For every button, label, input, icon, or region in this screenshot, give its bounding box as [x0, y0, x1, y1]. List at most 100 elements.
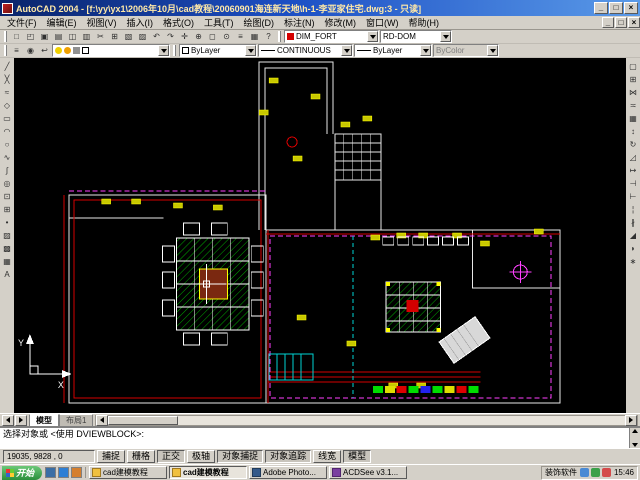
scale-icon[interactable]: ◿ [627, 151, 640, 164]
move-icon[interactable]: ↕ [627, 125, 640, 138]
chevron-down-icon[interactable] [367, 31, 378, 42]
line-icon[interactable]: ╱ [1, 60, 14, 73]
help-icon[interactable]: ? [262, 30, 275, 43]
chevron-down-icon[interactable] [341, 45, 352, 56]
toolbar-grip[interactable] [173, 45, 176, 56]
polyline-icon[interactable]: ≈ [1, 86, 14, 99]
status-toggle[interactable]: 捕捉 [97, 450, 125, 463]
layout-tab-0[interactable]: 模型 [29, 414, 59, 426]
break-icon[interactable]: ∦ [627, 216, 640, 229]
toolbar-grip[interactable] [4, 31, 7, 42]
chevron-down-icon[interactable] [420, 45, 431, 56]
undo-icon[interactable]: ↶ [150, 30, 163, 43]
toolbar-grip[interactable] [278, 31, 281, 42]
status-toggle[interactable]: 对象捕捉 [217, 450, 263, 463]
chevron-down-icon[interactable] [158, 45, 169, 56]
titlebar[interactable]: AutoCAD 2004 - [f:\yy\yx1\2006年10月\cad教程… [0, 0, 640, 16]
zoom-previous-icon[interactable]: ⊙ [220, 30, 233, 43]
tray-toolbar-label[interactable]: 装饰软件 [545, 467, 577, 478]
menu-item[interactable]: 格式(O) [158, 16, 199, 29]
status-toggle[interactable]: 模型 [343, 450, 371, 463]
insert-block-icon[interactable]: ⊡ [1, 190, 14, 203]
fillet-icon[interactable]: ◗ [627, 242, 640, 255]
rectangle-icon[interactable]: ▭ [1, 112, 14, 125]
show-desktop-icon[interactable] [45, 467, 56, 478]
chevron-down-icon[interactable] [245, 45, 256, 56]
stretch-icon[interactable]: ↦ [627, 164, 640, 177]
polygon-icon[interactable]: ◇ [1, 99, 14, 112]
break-at-point-icon[interactable]: ¦ [627, 203, 640, 216]
status-toggle[interactable]: 栅格 [127, 450, 155, 463]
extend-icon[interactable]: ⊢ [627, 190, 640, 203]
scrollbar-thumb[interactable] [108, 416, 178, 425]
toolbar-grip[interactable] [4, 45, 7, 56]
revision-cloud-icon[interactable]: ∿ [1, 151, 14, 164]
offset-icon[interactable]: ≍ [627, 99, 640, 112]
zoom-window-icon[interactable]: ◻ [206, 30, 219, 43]
scroll-right-icon[interactable] [625, 415, 637, 426]
color-combo[interactable]: ByLayer [179, 44, 257, 57]
hatch-icon[interactable]: ▨ [1, 229, 14, 242]
menu-item[interactable]: 标注(N) [279, 16, 320, 29]
menu-item[interactable]: 窗口(W) [361, 16, 404, 29]
qnew-icon[interactable]: □ [10, 30, 23, 43]
explode-icon[interactable]: ∗ [627, 255, 640, 268]
command-window[interactable]: 选择对象或 <使用 DVIEWBLOCK>: [0, 426, 640, 448]
make-object-layer-current-icon[interactable]: ◉ [24, 44, 37, 57]
maximize-button[interactable]: □ [609, 2, 623, 14]
make-block-icon[interactable]: ⊞ [1, 203, 14, 216]
status-toggle[interactable]: 线宽 [313, 450, 341, 463]
array-icon[interactable]: ▦ [627, 112, 640, 125]
chevron-down-icon[interactable] [440, 31, 451, 42]
chamfer-icon[interactable]: ◢ [627, 229, 640, 242]
taskbar-task[interactable]: ACDSee v3.1... [329, 466, 407, 479]
antivirus-icon[interactable] [591, 468, 600, 477]
pan-realtime-icon[interactable]: ✛ [178, 30, 191, 43]
drawing-canvas[interactable]: Y X [14, 58, 626, 413]
plot-preview-icon[interactable]: ◫ [66, 30, 79, 43]
spline-icon[interactable]: ∫ [1, 164, 14, 177]
mirror-icon[interactable]: ⋈ [627, 86, 640, 99]
menu-item[interactable]: 编辑(E) [42, 16, 82, 29]
horizontal-scrollbar[interactable] [95, 415, 638, 426]
status-toggle[interactable]: 极轴 [187, 450, 215, 463]
taskbar-task[interactable]: cad建模教程 [169, 466, 247, 479]
layer-properties-manager-icon[interactable]: ≡ [10, 44, 23, 57]
media-player-icon[interactable] [71, 467, 82, 478]
text-style-combo[interactable]: RD-DOM [380, 30, 452, 43]
lineweight-combo[interactable]: ByLayer [354, 44, 432, 57]
properties-icon[interactable]: ≡ [234, 30, 247, 43]
start-button[interactable]: 开始 [2, 466, 42, 480]
layout-tab-1[interactable]: 布局1 [59, 414, 93, 426]
menu-item[interactable]: 插入(I) [122, 16, 159, 29]
close-button[interactable]: × [624, 2, 638, 14]
multiline-text-icon[interactable]: A [1, 268, 14, 281]
scroll-left-icon[interactable] [96, 415, 108, 426]
tab-nav-next-button[interactable] [15, 415, 27, 426]
minimize-button[interactable]: _ [594, 2, 608, 14]
layer-combo[interactable] [52, 44, 170, 57]
trim-icon[interactable]: ⊣ [627, 177, 640, 190]
doc-close-button[interactable]: × [628, 17, 640, 28]
designcenter-icon[interactable]: ▦ [248, 30, 261, 43]
linetype-combo[interactable]: CONTINUOUS [258, 44, 353, 57]
copy-clip-icon[interactable]: ⊞ [108, 30, 121, 43]
internet-explorer-icon[interactable] [58, 467, 69, 478]
status-toggle[interactable]: 对象追踪 [265, 450, 311, 463]
menu-item[interactable]: 帮助(H) [404, 16, 445, 29]
tab-nav-prev-button[interactable] [2, 415, 14, 426]
erase-icon[interactable]: ▢ [627, 60, 640, 73]
publish-icon[interactable]: ▥ [80, 30, 93, 43]
menu-item[interactable]: 文件(F) [2, 16, 42, 29]
layer-previous-icon[interactable]: ↩ [38, 44, 51, 57]
rotate-icon[interactable]: ↻ [627, 138, 640, 151]
match-properties-icon[interactable]: ▨ [136, 30, 149, 43]
point-icon[interactable]: • [1, 216, 14, 229]
construction-line-icon[interactable]: ╳ [1, 73, 14, 86]
redo-icon[interactable]: ↷ [164, 30, 177, 43]
dim-style-combo[interactable]: DIM_FORT [284, 30, 379, 43]
arc-icon[interactable]: ◠ [1, 125, 14, 138]
zoom-realtime-icon[interactable]: ⊕ [192, 30, 205, 43]
cut-icon[interactable]: ✂ [94, 30, 107, 43]
region-icon[interactable]: ▩ [1, 242, 14, 255]
